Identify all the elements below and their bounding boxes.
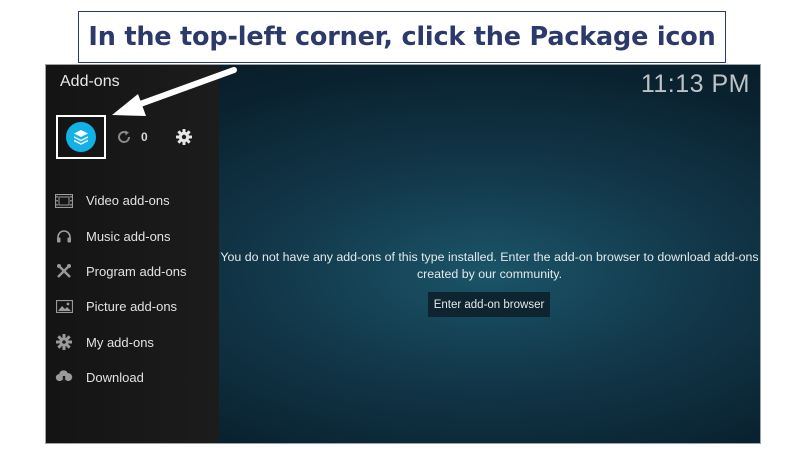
pointer-arrow-icon <box>112 67 237 116</box>
